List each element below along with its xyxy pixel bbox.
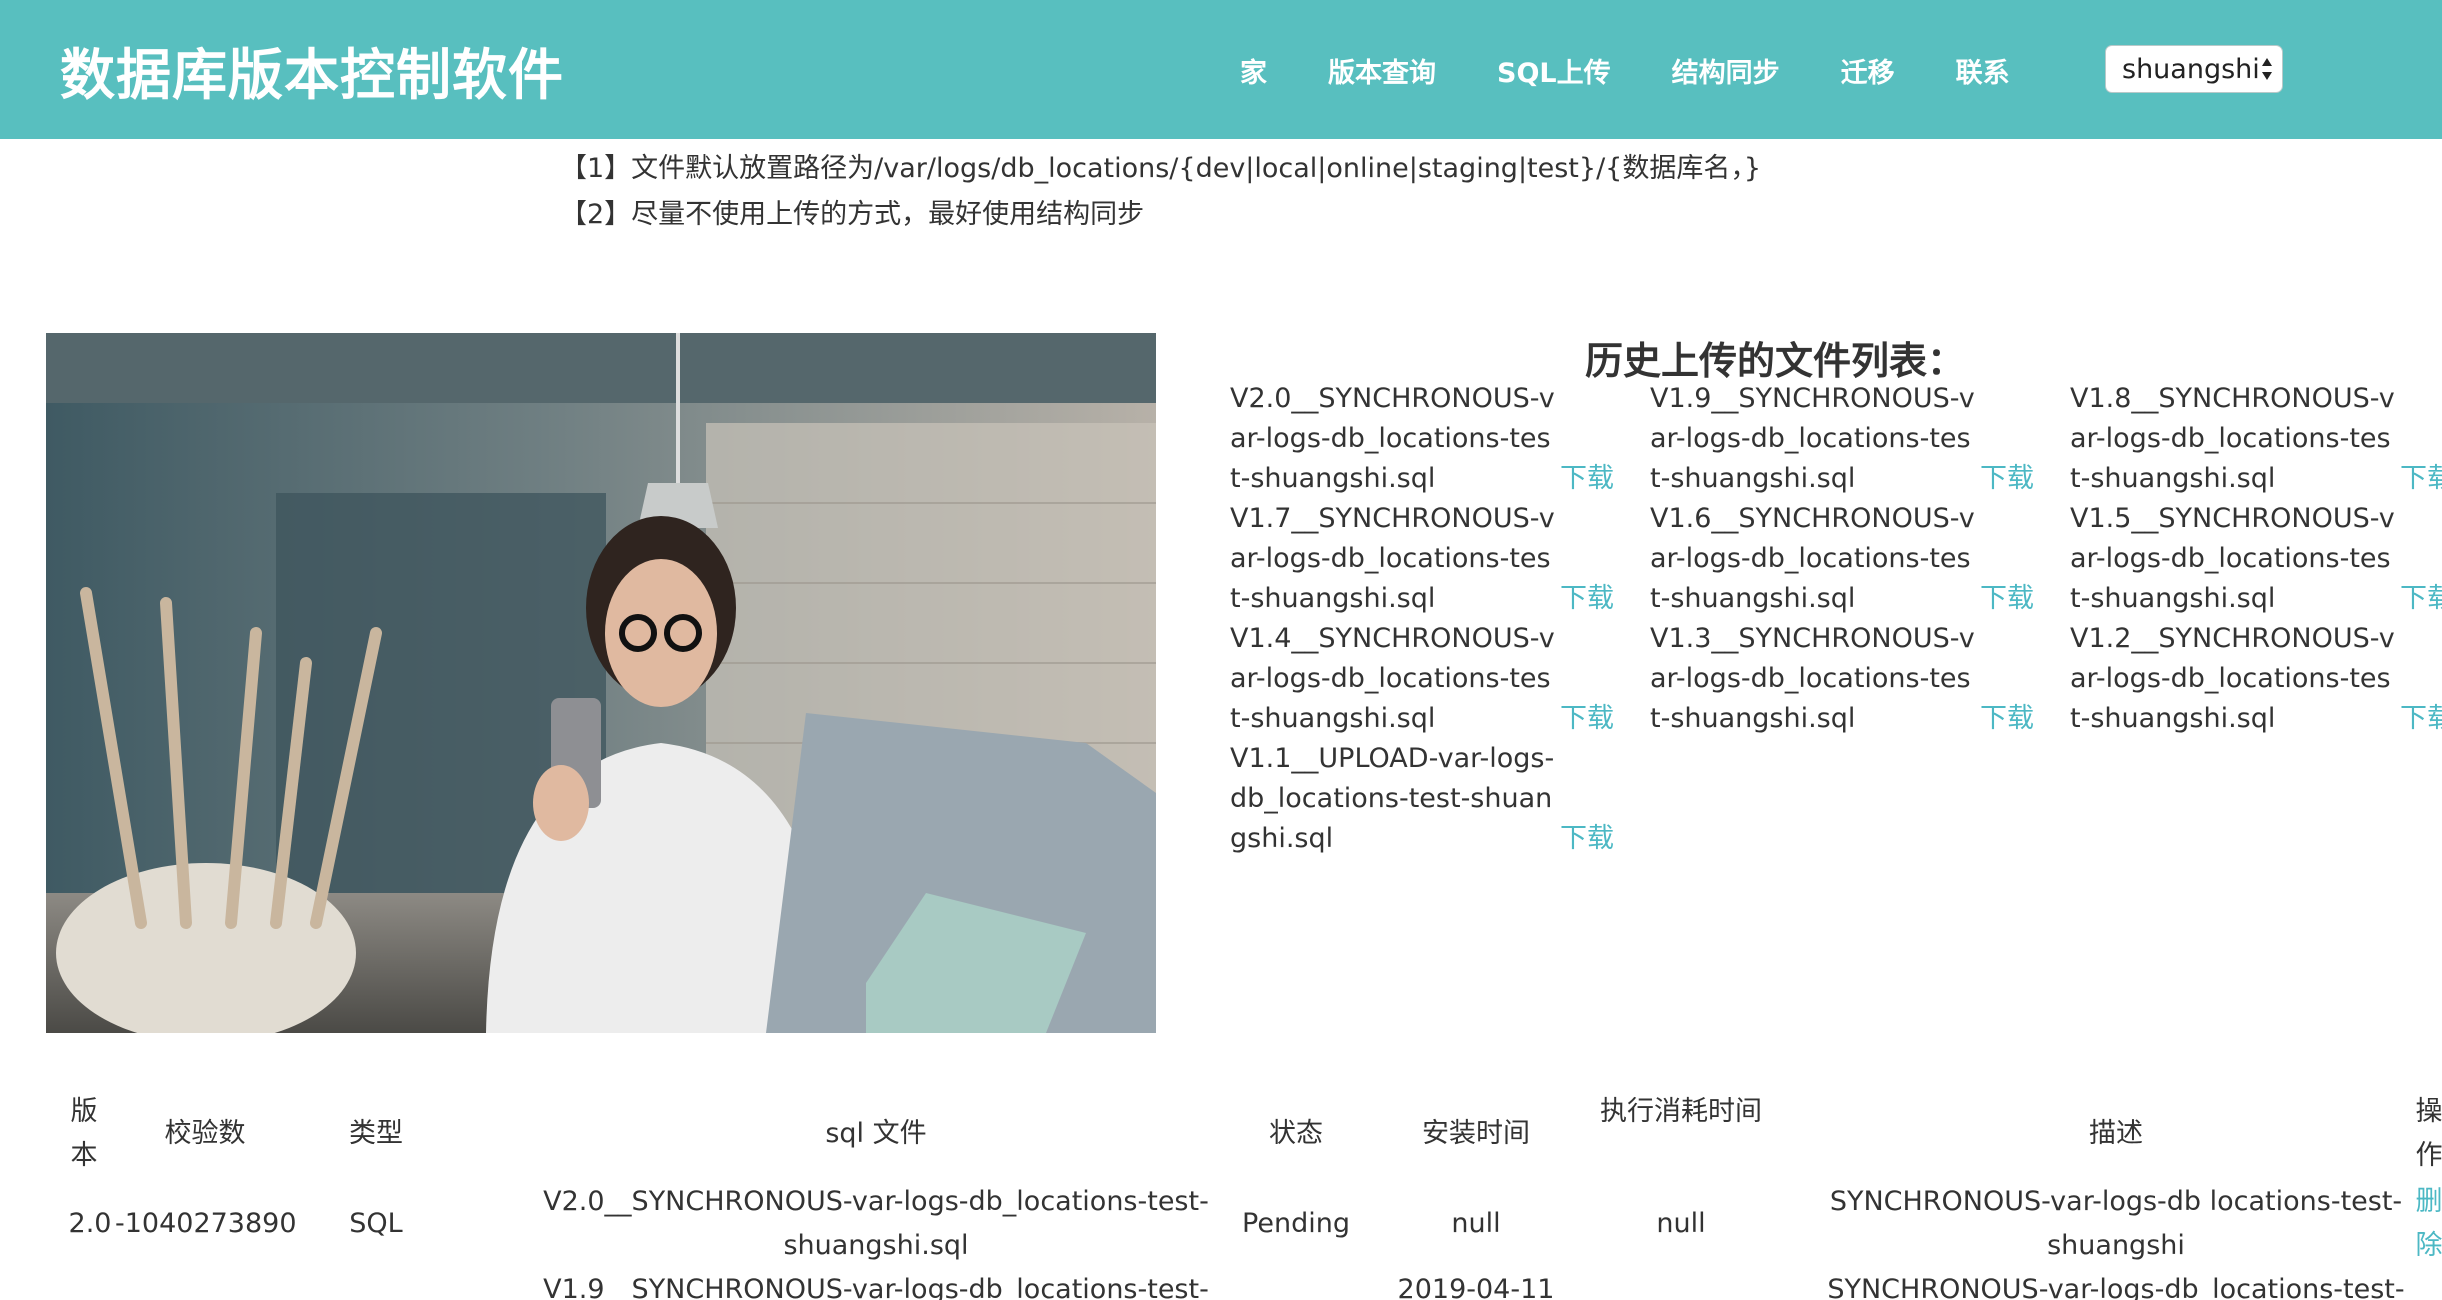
history-file-name: V1.6__SYNCHRONOUS-var-logs-db_locations-… bbox=[1650, 503, 1975, 614]
cell-exec-time: null bbox=[1656, 1208, 1706, 1239]
cell-status: Pending bbox=[1242, 1208, 1350, 1239]
history-file-item: V1.4__SYNCHRONOUS-var-logs-db_locations-… bbox=[1230, 619, 1650, 739]
history-file-item: V1.7__SYNCHRONOUS-var-logs-db_locations-… bbox=[1230, 499, 1650, 619]
history-file-name: V1.1__UPLOAD-var-logs-db_locations-test-… bbox=[1230, 743, 1555, 854]
th-install-time: 安装时间 bbox=[1422, 1118, 1530, 1149]
history-file-item: V1.5__SYNCHRONOUS-var-logs-db_locations-… bbox=[2070, 499, 2442, 619]
download-link[interactable]: 下载 bbox=[1980, 459, 2034, 499]
hero-photo bbox=[46, 333, 1156, 1033]
history-file-item: V1.3__SYNCHRONOUS-var-logs-db_locations-… bbox=[1650, 619, 2070, 739]
th-sql-file: sql 文件 bbox=[825, 1118, 927, 1149]
hero-photo-illustration bbox=[46, 333, 1156, 1033]
download-link[interactable]: 下载 bbox=[1560, 819, 1614, 859]
download-link[interactable]: 下载 bbox=[2400, 459, 2442, 499]
download-link[interactable]: 下载 bbox=[1560, 699, 1614, 739]
history-file-name: V1.4__SYNCHRONOUS-var-logs-db_locations-… bbox=[1230, 623, 1555, 734]
notes: 【1】文件默认放置路径为/var/logs/db_locations/{dev|… bbox=[560, 146, 1761, 238]
brand-title[interactable]: 数据库版本控制软件 bbox=[60, 30, 564, 110]
cell-install-time: null bbox=[1451, 1208, 1501, 1239]
nav-contact[interactable]: 联系 bbox=[1956, 51, 2010, 90]
history-file-item: V1.8__SYNCHRONOUS-var-logs-db_locations-… bbox=[2070, 379, 2442, 499]
nav-structure-sync[interactable]: 结构同步 bbox=[1672, 51, 1780, 90]
nav-version-query[interactable]: 版本查询 bbox=[1328, 51, 1436, 90]
download-link[interactable]: 下载 bbox=[1980, 699, 2034, 739]
nav-migrate[interactable]: 迁移 bbox=[1841, 51, 1895, 90]
history-file-item: V1.1__UPLOAD-var-logs-db_locations-test-… bbox=[1230, 739, 1650, 859]
cell-version: 2.0 bbox=[68, 1208, 112, 1239]
history-file-name: V1.5__SYNCHRONOUS-var-logs-db_locations-… bbox=[2070, 503, 2395, 614]
th-type: 类型 bbox=[349, 1118, 403, 1149]
nav-home[interactable]: 家 bbox=[1240, 51, 1267, 90]
cell-install-time: 2019-04-11 bbox=[1397, 1274, 1555, 1300]
database-select-value: shuangshi bbox=[2122, 53, 2260, 85]
history-file-name: V1.2__SYNCHRONOUS-var-logs-db_locations-… bbox=[2070, 623, 2395, 734]
top-navbar: 数据库版本控制软件 家 版本查询 SQL上传 结构同步 迁移 联系 shuang… bbox=[0, 0, 2442, 139]
th-version: 版本 bbox=[70, 1096, 98, 1171]
download-link[interactable]: 下载 bbox=[1560, 459, 1614, 499]
download-link[interactable]: 下载 bbox=[1980, 579, 2034, 619]
cell-description: SYNCHRONOUS-var-logs-db locations-test-s… bbox=[1829, 1186, 2403, 1261]
nav-sql-upload[interactable]: SQL上传 bbox=[1497, 51, 1611, 90]
download-link[interactable]: 下载 bbox=[2400, 699, 2442, 739]
th-operation: 操作 bbox=[2415, 1096, 2442, 1171]
th-exec-time: 执行消耗时间 bbox=[1600, 1096, 1762, 1127]
history-file-name: V1.9__SYNCHRONOUS-var-logs-db_locations-… bbox=[1650, 383, 1975, 494]
database-select[interactable]: shuangshi bbox=[2105, 45, 2283, 93]
version-table: 版本 校验数 类型 sql 文件 状态 安装时间 执行消耗时间 描述 操作 2.… bbox=[46, 1090, 2442, 1300]
history-file-name: V2.0__SYNCHRONOUS-var-logs-db_locations-… bbox=[1230, 383, 1555, 494]
history-title: 历史上传的文件列表： bbox=[1585, 339, 1966, 383]
history-file-item: V1.9__SYNCHRONOUS-var-logs-db_locations-… bbox=[1650, 379, 2070, 499]
th-checksum: 校验数 bbox=[164, 1118, 246, 1149]
th-description: 描述 bbox=[2089, 1118, 2143, 1149]
note-1: 【1】文件默认放置路径为/var/logs/db_locations/{dev|… bbox=[560, 153, 1762, 184]
nav-links: 家 版本查询 SQL上传 结构同步 迁移 联系 bbox=[1240, 50, 2010, 90]
cell-description: SYNCHRONOUS-var-logs-db_locations-test-s… bbox=[1827, 1274, 2405, 1300]
cell-sql-file: V2.0__SYNCHRONOUS-var-logs-db_locations-… bbox=[543, 1186, 1209, 1261]
delete-link[interactable]: 删除 bbox=[2412, 1180, 2442, 1268]
history-file-item: V1.2__SYNCHRONOUS-var-logs-db_locations-… bbox=[2070, 619, 2442, 739]
download-link[interactable]: 下载 bbox=[1560, 579, 1614, 619]
note-2: 【2】尽量不使用上传的方式，最好使用结构同步 bbox=[560, 199, 1145, 230]
history-file-item: V2.0__SYNCHRONOUS-var-logs-db_locations-… bbox=[1230, 379, 1650, 499]
th-status: 状态 bbox=[1269, 1118, 1323, 1149]
cell-checksum: -1040273890 bbox=[115, 1208, 297, 1239]
download-link[interactable]: 下载 bbox=[2400, 579, 2442, 619]
select-arrows-icon bbox=[2262, 58, 2272, 80]
history-file-name: V1.8__SYNCHRONOUS-var-logs-db_locations-… bbox=[2070, 383, 2395, 494]
history-file-name: V1.3__SYNCHRONOUS-var-logs-db_locations-… bbox=[1650, 623, 1975, 734]
history-file-item: V1.6__SYNCHRONOUS-var-logs-db_locations-… bbox=[1650, 499, 2070, 619]
cell-type: SQL bbox=[349, 1208, 403, 1239]
history-file-name: V1.7__SYNCHRONOUS-var-logs-db_locations-… bbox=[1230, 503, 1555, 614]
cell-sql-file: V1.9__SYNCHRONOUS-var-logs-db_locations-… bbox=[543, 1274, 1209, 1300]
